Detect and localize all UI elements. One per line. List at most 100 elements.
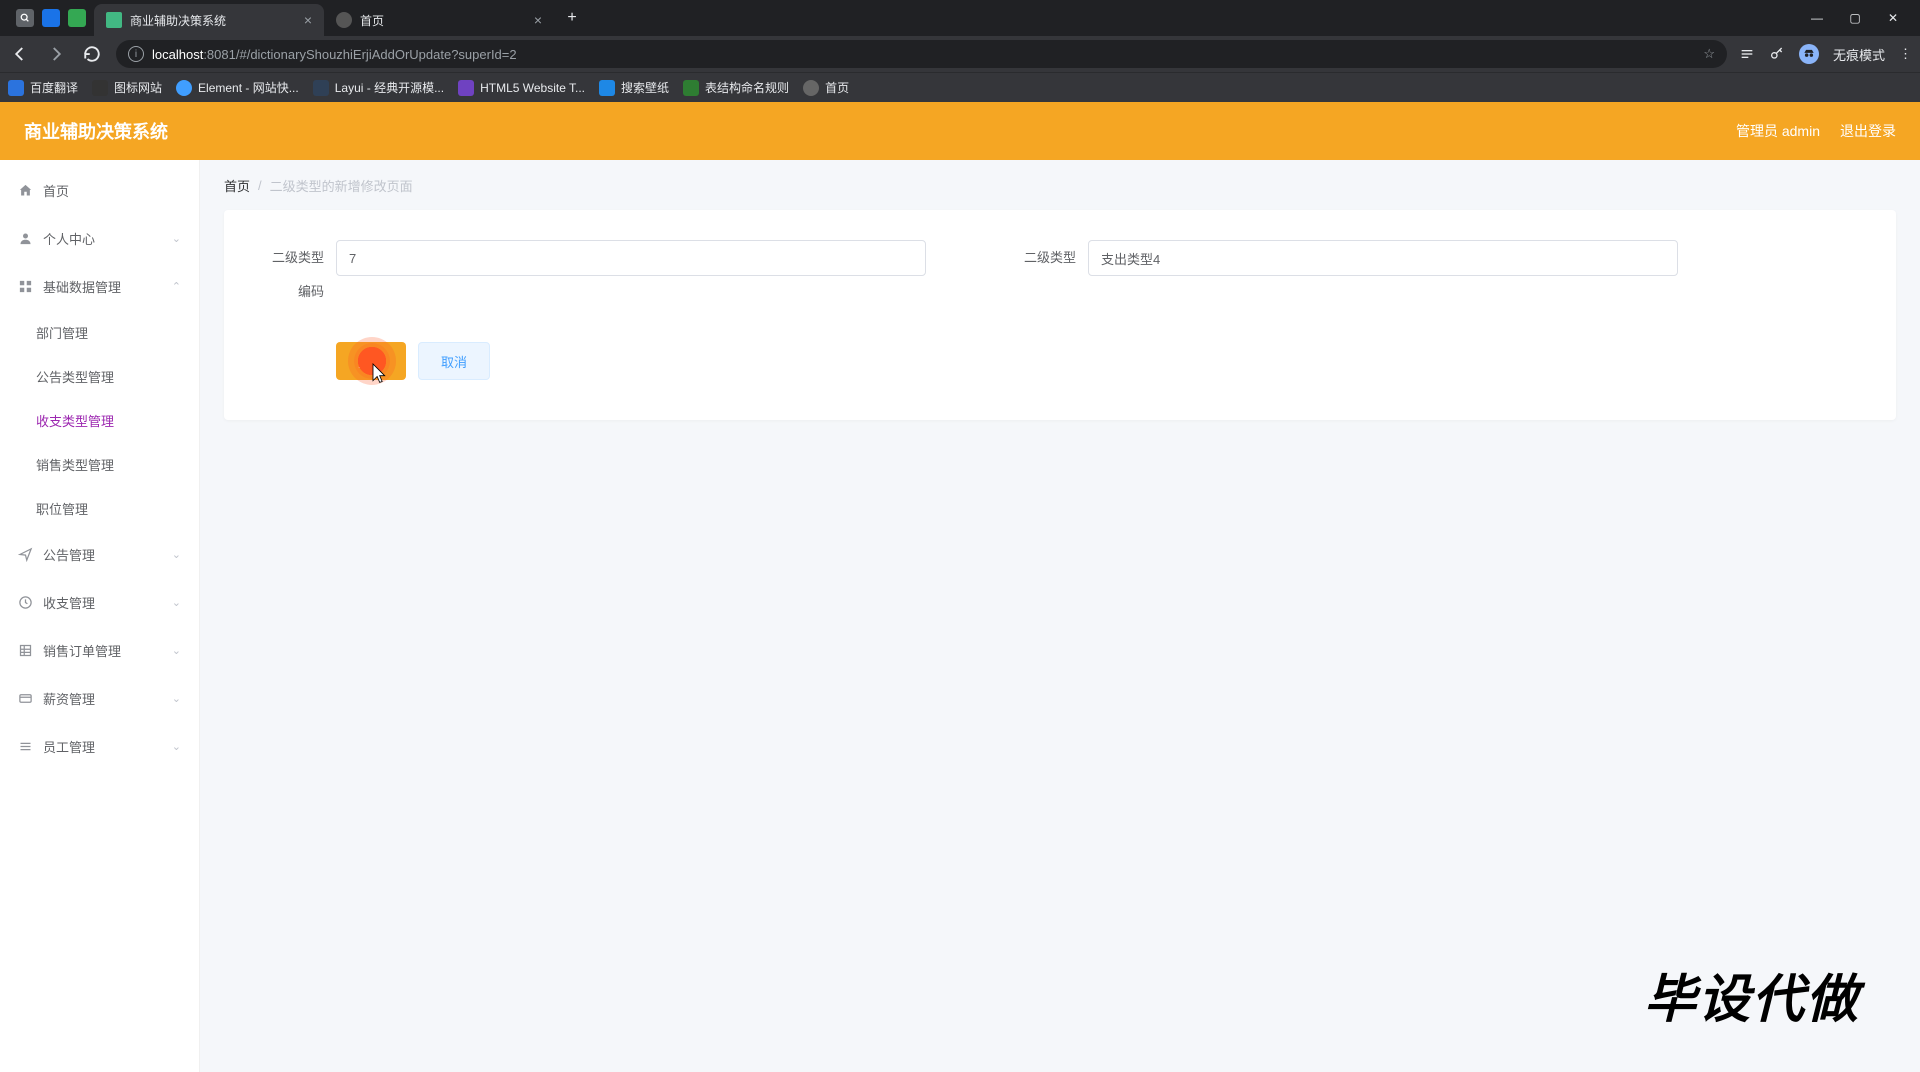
bookmark-icon xyxy=(92,80,108,96)
chevron-up-icon: ⌃ xyxy=(172,280,181,293)
bookmark-4[interactable]: HTML5 Website T... xyxy=(458,80,585,96)
bookmark-6[interactable]: 表结构命名规则 xyxy=(683,79,789,96)
bookmark-3[interactable]: Layui - 经典开源模... xyxy=(313,79,444,96)
sidebar-item-label: 销售订单管理 xyxy=(43,641,121,660)
maximize-icon[interactable]: ▢ xyxy=(1848,11,1862,25)
chevron-down-icon: ⌄ xyxy=(172,548,181,561)
bookmark-label: 表结构命名规则 xyxy=(705,79,789,96)
reload-button[interactable] xyxy=(80,42,104,66)
sidebar-item-staff[interactable]: 员工管理 ⌄ xyxy=(0,722,199,770)
sidebar: 首页 个人中心 ⌄ 基础数据管理 ⌃ 部门管理 公告类型管理 收支类型管理 销售… xyxy=(0,160,200,1072)
cursor-icon xyxy=(368,362,388,386)
sidebar-item-home[interactable]: 首页 xyxy=(0,166,199,214)
sidebar-item-basedata[interactable]: 基础数据管理 ⌃ xyxy=(0,262,199,310)
bookmark-0[interactable]: 百度翻译 xyxy=(8,79,78,96)
sidebar-item-profile[interactable]: 个人中心 ⌄ xyxy=(0,214,199,262)
bookmark-label: 首页 xyxy=(825,79,849,96)
breadcrumb-root[interactable]: 首页 xyxy=(224,176,250,195)
forward-button[interactable] xyxy=(44,42,68,66)
bookmark-5[interactable]: 搜索壁纸 xyxy=(599,79,669,96)
addrbar-right: 无痕模式 ⋮ xyxy=(1739,44,1912,64)
sidebar-sub-sale-type[interactable]: 销售类型管理 xyxy=(0,442,199,486)
breadcrumb-sep: / xyxy=(258,178,262,193)
watermark: 毕设代做 xyxy=(1644,957,1860,1032)
tab-app2-icon[interactable] xyxy=(68,9,86,27)
sidebar-item-shouzhi[interactable]: 收支管理 ⌄ xyxy=(0,578,199,626)
list-icon xyxy=(18,739,33,754)
close-icon[interactable]: × xyxy=(304,12,312,28)
sidebar-item-order[interactable]: 销售订单管理 ⌄ xyxy=(0,626,199,674)
send-icon xyxy=(18,547,33,562)
label-code: 二级类型 编码 xyxy=(254,240,324,302)
user-icon xyxy=(18,231,33,246)
extensions-icon[interactable] xyxy=(1739,46,1755,62)
sidebar-sub-label: 职位管理 xyxy=(36,499,88,518)
cancel-button[interactable]: 取消 xyxy=(418,342,490,380)
sidebar-item-label: 员工管理 xyxy=(43,737,95,756)
info-icon[interactable]: i xyxy=(128,46,144,62)
sidebar-item-notice[interactable]: 公告管理 ⌄ xyxy=(0,530,199,578)
bookmark-icon xyxy=(313,80,329,96)
sidebar-item-label: 基础数据管理 xyxy=(43,277,121,296)
key-icon[interactable] xyxy=(1769,46,1785,62)
back-button[interactable] xyxy=(8,42,32,66)
tab-1[interactable]: 商业辅助决策系统 × xyxy=(94,4,324,36)
address-bar: i localhost:8081/#/dictionaryShouzhiErji… xyxy=(0,36,1920,72)
window-controls: — ▢ ✕ xyxy=(1810,11,1912,25)
tab-pre-icons xyxy=(8,9,94,27)
close-icon[interactable]: × xyxy=(534,12,542,28)
name-input[interactable] xyxy=(1088,240,1678,276)
tab-2[interactable]: 首页 × xyxy=(324,4,554,36)
sidebar-item-label: 公告管理 xyxy=(43,545,95,564)
form-row: 二级类型 编码 二级类型 xyxy=(254,240,1866,302)
bookmark-1[interactable]: 图标网站 xyxy=(92,79,162,96)
menu-icon[interactable]: ⋮ xyxy=(1899,46,1912,62)
globe-favicon-icon xyxy=(336,12,352,28)
breadcrumb-current: 二级类型的新增修改页面 xyxy=(270,176,413,195)
minimize-icon[interactable]: — xyxy=(1810,11,1824,25)
chevron-down-icon: ⌄ xyxy=(172,644,181,657)
tab-1-title: 商业辅助决策系统 xyxy=(130,12,296,29)
app-root: 商业辅助决策系统 管理员 admin 退出登录 首页 个人中心 ⌄ 基础数据管理… xyxy=(0,102,1920,1072)
new-tab-button[interactable]: + xyxy=(558,4,586,32)
incognito-label: 无痕模式 xyxy=(1833,45,1885,64)
user-role[interactable]: 管理员 admin xyxy=(1736,121,1820,141)
sidebar-item-label: 首页 xyxy=(43,181,69,200)
label-name: 二级类型 xyxy=(1006,240,1076,276)
bookmark-7[interactable]: 首页 xyxy=(803,79,849,96)
bookmark-2[interactable]: Element - 网站快... xyxy=(176,79,299,96)
app-header: 商业辅助决策系统 管理员 admin 退出登录 xyxy=(0,102,1920,160)
card-icon xyxy=(18,691,33,706)
tab-search-icon[interactable] xyxy=(16,9,34,27)
star-icon[interactable]: ☆ xyxy=(1703,46,1715,62)
close-window-icon[interactable]: ✕ xyxy=(1886,11,1900,25)
sidebar-item-label: 个人中心 xyxy=(43,229,95,248)
incognito-avatar-icon[interactable] xyxy=(1799,44,1819,64)
bookmark-icon xyxy=(803,80,819,96)
tab-app-icon[interactable] xyxy=(42,9,60,27)
sidebar-item-label: 收支管理 xyxy=(43,593,95,612)
code-input[interactable] xyxy=(336,240,926,276)
sidebar-sub-dept[interactable]: 部门管理 xyxy=(0,310,199,354)
sidebar-item-salary[interactable]: 薪资管理 ⌄ xyxy=(0,674,199,722)
bookmark-label: 搜索壁纸 xyxy=(621,79,669,96)
chevron-down-icon: ⌄ xyxy=(172,740,181,753)
sidebar-sub-position[interactable]: 职位管理 xyxy=(0,486,199,530)
sidebar-sub-shouzhi-type[interactable]: 收支类型管理 xyxy=(0,398,199,442)
bookmark-icon xyxy=(8,80,24,96)
home-icon xyxy=(18,183,33,198)
main-content: 首页 / 二级类型的新增修改页面 二级类型 编码 二级类型 xyxy=(200,160,1920,1072)
chevron-down-icon: ⌄ xyxy=(172,692,181,705)
bookmark-icon xyxy=(683,80,699,96)
sidebar-sub-label: 公告类型管理 xyxy=(36,367,114,386)
sidebar-sub-label: 销售类型管理 xyxy=(36,455,114,474)
sidebar-sub-notice-type[interactable]: 公告类型管理 xyxy=(0,354,199,398)
sidebar-item-label: 薪资管理 xyxy=(43,689,95,708)
bookmark-icon xyxy=(599,80,615,96)
bookmark-icon xyxy=(458,80,474,96)
logout-link[interactable]: 退出登录 xyxy=(1840,121,1896,141)
chevron-down-icon: ⌄ xyxy=(172,596,181,609)
grid-icon xyxy=(18,279,33,294)
url-input[interactable]: i localhost:8081/#/dictionaryShouzhiErji… xyxy=(116,40,1727,68)
chevron-down-icon: ⌄ xyxy=(172,232,181,245)
